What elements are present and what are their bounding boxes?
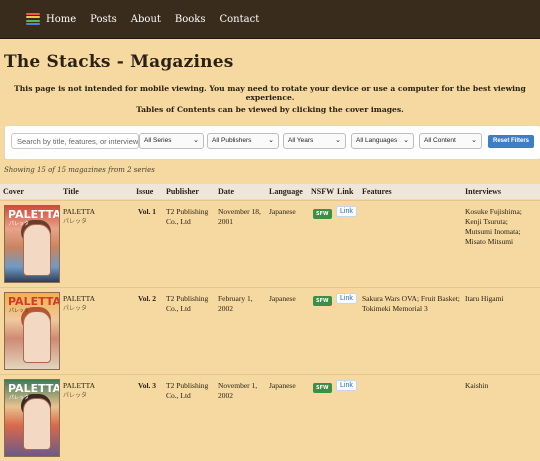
page-title: The Stacks - Magazines xyxy=(4,52,234,72)
cover-image[interactable]: PALETTA パレッタ xyxy=(4,292,60,370)
table-row: PALETTA パレッタ PALETTA パレッタ Vol. 3 T2 Publ… xyxy=(0,374,540,461)
row-title: PALETTA xyxy=(63,381,96,390)
year-select-value: All Years xyxy=(288,137,314,144)
results-summary: Showing 15 of 15 magazines from 2 series xyxy=(4,166,155,174)
row-title-jp: パレッタ xyxy=(63,218,88,225)
issue-link[interactable]: Link xyxy=(336,293,357,304)
nav-contact-link[interactable]: Contact xyxy=(220,14,260,25)
chevron-down-icon: ⌄ xyxy=(268,137,274,144)
row-issue: Vol. 3 xyxy=(138,381,157,390)
table-row: PALETTA パレッタ PALETTA パレッタ Vol. 1 T2 Publ… xyxy=(0,200,540,287)
row-language: Japanese xyxy=(269,207,296,216)
row-date: November 1, 2002 xyxy=(218,381,258,400)
issue-link[interactable]: Link xyxy=(336,380,357,391)
col-link[interactable]: Link xyxy=(337,187,353,196)
col-cover[interactable]: Cover xyxy=(3,187,24,196)
language-select[interactable]: All Languages ⌄ xyxy=(351,133,414,149)
series-select-value: All Series xyxy=(144,137,172,144)
table-row: PALETTA パレッタ PALETTA パレッタ Vol. 2 T2 Publ… xyxy=(0,287,540,374)
content-select[interactable]: All Content ⌄ xyxy=(419,133,482,149)
col-issue[interactable]: Issue xyxy=(136,187,153,196)
issue-link[interactable]: Link xyxy=(336,206,357,217)
cover-subtitle: パレッタ xyxy=(9,395,30,401)
search-input[interactable]: Search by title, features, or interview xyxy=(11,133,139,149)
cover-subtitle: パレッタ xyxy=(9,308,30,314)
chevron-down-icon: ⌄ xyxy=(403,137,409,144)
row-language: Japanese xyxy=(269,294,296,303)
table-header: Cover Title Issue Publisher Date Languag… xyxy=(0,184,540,199)
cover-art xyxy=(23,398,51,450)
col-date[interactable]: Date xyxy=(218,187,234,196)
row-title-jp: パレッタ xyxy=(63,392,88,399)
col-publisher[interactable]: Publisher xyxy=(166,187,199,196)
content-select-value: All Content xyxy=(424,137,456,144)
row-interviews: Itaru Higami xyxy=(465,294,504,303)
col-nsfw[interactable]: NSFW xyxy=(311,187,334,196)
publisher-select-value: All Publishers xyxy=(212,137,252,144)
cover-image[interactable]: PALETTA パレッタ xyxy=(4,379,60,457)
nav-about-link[interactable]: About xyxy=(131,14,161,25)
col-interviews[interactable]: Interviews xyxy=(465,187,501,196)
col-language[interactable]: Language xyxy=(269,187,303,196)
chevron-down-icon: ⌄ xyxy=(335,137,341,144)
nav-posts-link[interactable]: Posts xyxy=(90,14,117,25)
chevron-down-icon: ⌄ xyxy=(193,137,199,144)
row-interviews: Kaishin xyxy=(465,381,489,390)
row-date: November 18, 2001 xyxy=(218,207,261,226)
row-interviews: Kosuke Fujishima; Kenji Tsuruta; Mutsumi… xyxy=(465,207,522,246)
year-select[interactable]: All Years ⌄ xyxy=(283,133,346,149)
nav-books-link[interactable]: Books xyxy=(175,14,206,25)
cover-subtitle: パレッタ xyxy=(9,221,30,227)
language-select-value: All Languages xyxy=(356,137,398,144)
row-title: PALETTA xyxy=(63,207,96,216)
publisher-select[interactable]: All Publishers ⌄ xyxy=(207,133,279,149)
row-publisher: T2 Publishing Co., Ltd xyxy=(166,207,209,226)
row-title-jp: パレッタ xyxy=(63,305,88,312)
row-publisher: T2 Publishing Co., Ltd xyxy=(166,381,209,400)
sfw-badge: SFW xyxy=(313,383,332,393)
chevron-down-icon: ⌄ xyxy=(471,137,477,144)
sfw-badge: SFW xyxy=(313,209,332,219)
reset-filters-button[interactable]: Reset Filters xyxy=(488,135,534,148)
sfw-badge: SFW xyxy=(313,296,332,306)
row-date: February 1, 2002 xyxy=(218,294,253,313)
top-nav: Home Posts About Books Contact xyxy=(0,0,540,39)
nav-home-link[interactable]: Home xyxy=(46,14,76,25)
row-language: Japanese xyxy=(269,381,296,390)
cover-art xyxy=(23,311,51,363)
row-features: Sakura Wars OVA; Fruit Basket; Tokimeki … xyxy=(362,294,460,313)
row-issue: Vol. 2 xyxy=(138,294,157,303)
mobile-notice: This page is not intended for mobile vie… xyxy=(14,84,526,102)
cover-image[interactable]: PALETTA パレッタ xyxy=(4,205,60,283)
series-select[interactable]: All Series ⌄ xyxy=(139,133,204,149)
cover-art xyxy=(23,224,51,276)
toc-hint: Tables of Contents can be viewed by clic… xyxy=(136,105,404,114)
col-features[interactable]: Features xyxy=(362,187,392,196)
row-issue: Vol. 1 xyxy=(138,207,157,216)
filter-bar: Search by title, features, or interview … xyxy=(4,125,540,160)
site-logo-icon[interactable] xyxy=(26,13,40,25)
row-publisher: T2 Publishing Co., Ltd xyxy=(166,294,209,313)
col-title[interactable]: Title xyxy=(63,187,79,196)
row-title: PALETTA xyxy=(63,294,96,303)
